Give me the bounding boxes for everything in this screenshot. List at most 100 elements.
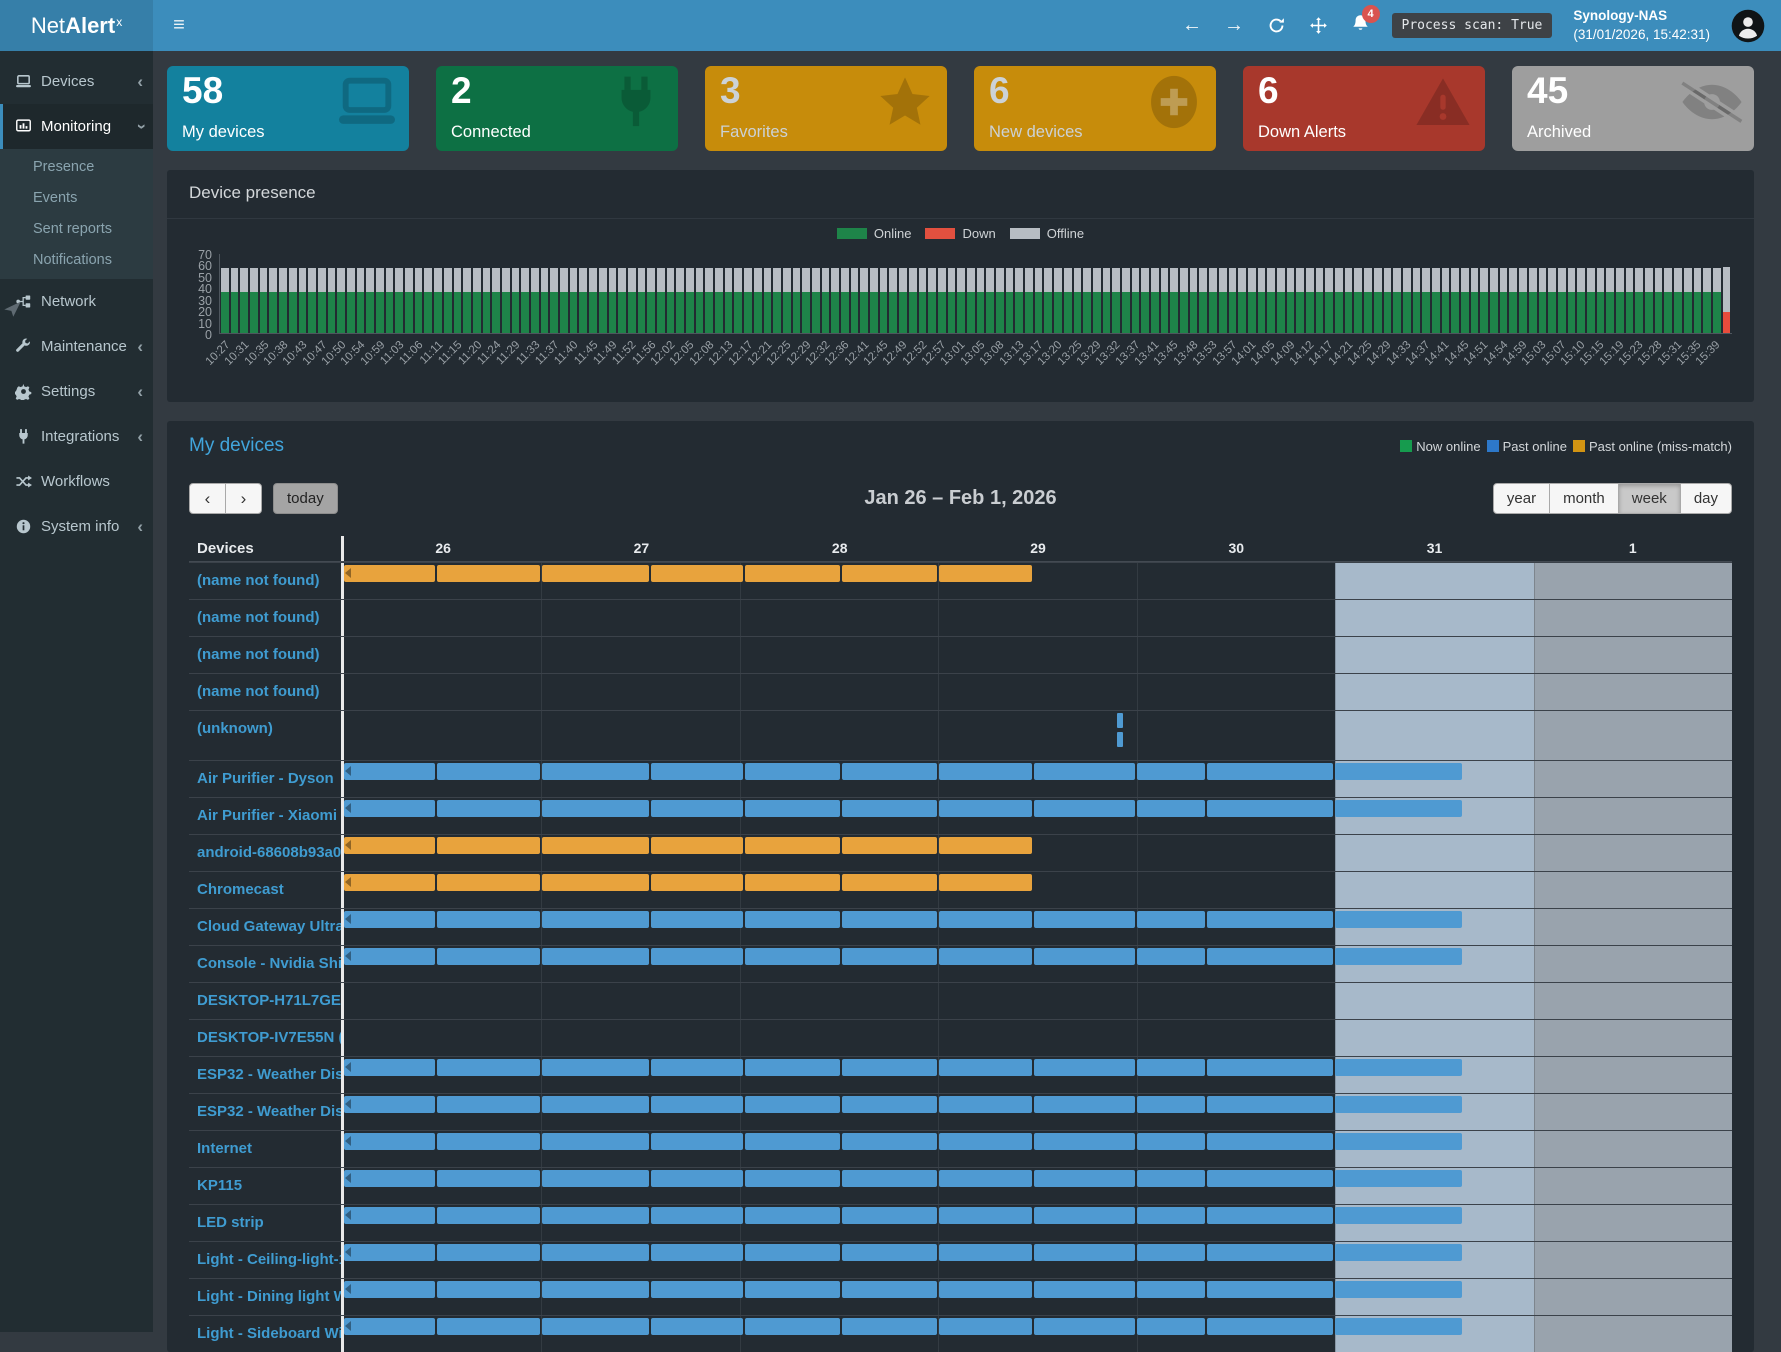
presence-event-bar[interactable] [1034,911,1135,928]
device-name-link[interactable]: ESP32 - Weather Display [189,1094,341,1130]
legend-item-down[interactable]: Down [925,226,995,241]
device-name-link[interactable]: Cloud Gateway Ultra [189,909,341,945]
device-name-link[interactable]: Console - Nvidia Shield T [189,946,341,982]
card-favorites[interactable]: 3Favorites [705,66,947,151]
presence-event-bar[interactable] [1034,1133,1135,1150]
presence-event-bar[interactable] [1137,1281,1204,1298]
presence-event-bar[interactable] [542,800,649,817]
device-name-link[interactable]: (name not found) [189,637,341,673]
presence-event-bar[interactable] [1335,948,1462,965]
presence-event-bar[interactable] [745,874,840,891]
presence-event-bar[interactable] [437,1281,540,1298]
presence-event-bar[interactable] [1137,911,1204,928]
presence-event-bar[interactable] [1137,1096,1204,1113]
device-name-link[interactable]: (name not found) [189,600,341,636]
presence-event-bar[interactable] [939,1096,1032,1113]
submenu-item-events[interactable]: Events [0,183,153,214]
sidebar-item-settings[interactable]: Settings‹ [0,369,153,414]
presence-event-bar[interactable] [1335,1133,1462,1150]
presence-event-bar[interactable] [842,1207,937,1224]
presence-event-bar[interactable] [651,1244,742,1261]
presence-event-bar[interactable] [1335,1244,1462,1261]
presence-event-bar[interactable] [437,1133,540,1150]
device-name-link[interactable]: Light - Sideboard WiFi [189,1316,341,1352]
presence-event-bar[interactable] [745,763,840,780]
presence-event-bar[interactable] [939,874,1032,891]
device-name-link[interactable]: LED strip [189,1205,341,1241]
presence-event-bar[interactable] [542,1207,649,1224]
presence-event-bar[interactable] [437,1207,540,1224]
device-name-link[interactable]: Light - Ceiling-light-1 Wi [189,1242,341,1278]
presence-event-bar[interactable] [542,1059,649,1076]
presence-event-bar[interactable] [344,1207,435,1224]
presence-event-bar[interactable] [1034,800,1135,817]
presence-event-bar[interactable] [1335,1096,1462,1113]
presence-event-bar[interactable] [344,1096,435,1113]
device-name-link[interactable]: ESP32 - Weather Display [189,1057,341,1093]
presence-event-bar[interactable] [542,565,649,582]
presence-event-bar[interactable] [1137,1133,1204,1150]
presence-event-bar[interactable] [842,948,937,965]
sidebar-item-maintenance[interactable]: Maintenance‹ [0,324,153,369]
presence-event-bar[interactable] [745,1133,840,1150]
presence-event-bar[interactable] [1335,800,1462,817]
presence-event-bar[interactable] [1034,1170,1135,1187]
presence-event-bar[interactable] [1034,1059,1135,1076]
presence-event-bar[interactable] [1335,1059,1462,1076]
presence-event-bar[interactable] [344,800,435,817]
presence-event-bar[interactable] [344,874,435,891]
presence-event-bar[interactable] [939,1281,1032,1298]
submenu-item-presence[interactable]: Presence [0,152,153,183]
presence-event-bar[interactable] [651,874,742,891]
submenu-item-sent-reports[interactable]: Sent reports [0,214,153,245]
presence-event-bar[interactable] [939,800,1032,817]
app-logo[interactable]: NetAlertx [0,0,153,51]
presence-event-bar[interactable] [1335,1207,1462,1224]
device-name-link[interactable]: (name not found) [189,563,341,599]
presence-event-bar[interactable] [842,1133,937,1150]
presence-event-bar[interactable] [344,1170,435,1187]
calendar-view-month-button[interactable]: month [1549,483,1619,514]
calendar-prev-button[interactable]: ‹ [189,483,226,514]
rocket-icon[interactable] [2,298,24,320]
calendar-next-button[interactable]: › [225,483,262,514]
device-name-link[interactable]: Air Purifier - Xiaomi [189,798,341,834]
presence-event-bar[interactable] [939,1059,1032,1076]
presence-event-bar[interactable] [939,565,1032,582]
presence-event-bar[interactable] [437,1096,540,1113]
presence-event-bar[interactable] [437,800,540,817]
forward-arrow-icon[interactable]: → [1224,15,1245,36]
presence-event-bar[interactable] [1335,763,1462,780]
device-name-link[interactable]: (name not found) [189,674,341,710]
presence-event-bar[interactable] [1034,1281,1135,1298]
presence-event-bar[interactable] [745,1059,840,1076]
presence-event-bar[interactable] [651,837,742,854]
sidebar-item-devices[interactable]: Devices‹ [0,59,153,104]
presence-event-bar[interactable] [1207,800,1334,817]
presence-event-bar[interactable] [1335,1170,1462,1187]
presence-event-bar[interactable] [745,1318,840,1335]
move-icon[interactable] [1308,15,1329,36]
presence-event-bar[interactable] [939,911,1032,928]
presence-event-bar[interactable] [651,1281,742,1298]
presence-event-bar[interactable] [344,948,435,965]
presence-event-bar[interactable] [651,911,742,928]
legend-item-online[interactable]: Online [837,226,912,241]
presence-event-bar[interactable] [842,800,937,817]
presence-event-bar[interactable] [939,948,1032,965]
presence-event-bar[interactable] [1137,948,1204,965]
presence-event-bar[interactable] [842,1281,937,1298]
presence-event-bar[interactable] [745,1170,840,1187]
presence-event-bar[interactable] [542,1170,649,1187]
presence-event-bar[interactable] [1207,1244,1334,1261]
presence-event-bar[interactable] [1207,1207,1334,1224]
presence-event-bar[interactable] [1207,1059,1334,1076]
presence-event-bar[interactable] [542,1244,649,1261]
device-name-link[interactable]: Air Purifier - Dyson [189,761,341,797]
presence-event-bar[interactable] [542,911,649,928]
presence-event-bar[interactable] [745,948,840,965]
presence-event-bar[interactable] [344,837,435,854]
presence-event-bar[interactable] [842,1244,937,1261]
device-name-link[interactable]: Internet [189,1131,341,1167]
presence-event-bar[interactable] [939,1170,1032,1187]
